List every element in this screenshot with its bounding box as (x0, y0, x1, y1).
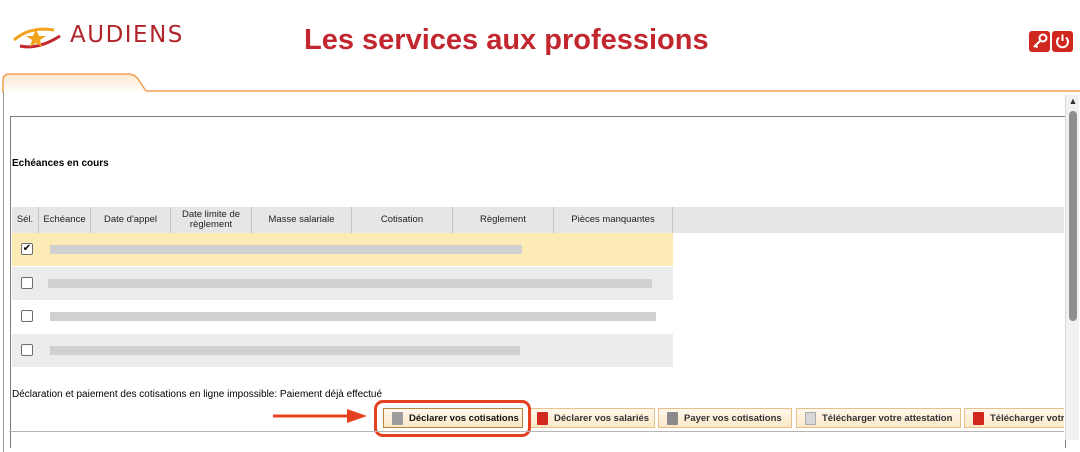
table-row[interactable]: ✔ (12, 233, 673, 266)
table-row[interactable] (12, 334, 673, 367)
euro-icon (667, 411, 678, 425)
audiens-star-icon (13, 27, 61, 49)
redacted-row-content (50, 346, 520, 355)
declare-employees-button[interactable]: Déclarer vos salariés (528, 408, 655, 428)
audiens-logo[interactable]: AUDIENS (10, 20, 200, 60)
column-header-contribution: Cotisation (352, 207, 453, 233)
table-header: Sél. Echéance Date d'appel Date limite d… (12, 207, 1064, 233)
row-checkbox[interactable] (21, 310, 33, 322)
brand-name: AUDIENS (70, 22, 184, 48)
redacted-row-content (48, 279, 652, 288)
column-header-payment: Règlement (453, 207, 554, 233)
redacted-row-content (50, 245, 522, 254)
column-header-selection: Sél. (12, 207, 39, 233)
table-row[interactable] (12, 300, 673, 333)
declare-employees-label: Déclarer vos salariés (554, 412, 650, 424)
download-other-label: Télécharger votre (990, 412, 1064, 424)
key-icon[interactable] (1029, 31, 1050, 52)
pdf-icon (973, 411, 984, 425)
download-other-button[interactable]: Télécharger votre (964, 408, 1064, 428)
table-row[interactable] (12, 267, 673, 300)
column-header-payroll: Masse salariale (252, 207, 352, 233)
column-header-due-date: Echéance (39, 207, 91, 233)
divider (9, 431, 1064, 432)
download-certificate-button[interactable]: Télécharger votre attestation (796, 408, 961, 428)
pay-contributions-button[interactable]: Payer vos cotisations (658, 408, 792, 428)
user-icon (537, 411, 548, 425)
row-checkbox[interactable]: ✔ (21, 243, 33, 255)
scroll-up-icon[interactable]: ▲ (1068, 97, 1078, 106)
page-title: Les services aux professions (304, 24, 709, 56)
arrow-right-icon (273, 409, 367, 423)
section-title: Echéances en cours (12, 158, 109, 169)
download-icon (805, 411, 816, 425)
tab-strip (0, 72, 1080, 94)
column-header-call-date: Date d'appel (91, 207, 171, 233)
redacted-row-content (50, 312, 656, 321)
row-checkbox[interactable] (21, 344, 33, 356)
scroll-thumb[interactable] (1069, 111, 1077, 321)
column-header-missing-documents: Pièces manquantes (554, 207, 673, 233)
column-header-payment-deadline: Date limite de règlement (171, 207, 252, 233)
download-certificate-label: Télécharger votre attestation (822, 412, 953, 424)
power-icon[interactable] (1052, 31, 1073, 52)
row-checkbox[interactable] (21, 277, 33, 289)
status-message: Déclaration et paiement des cotisations … (12, 389, 383, 400)
vertical-scrollbar[interactable]: ▲ (1065, 95, 1079, 440)
pay-contributions-label: Payer vos cotisations (684, 412, 782, 424)
